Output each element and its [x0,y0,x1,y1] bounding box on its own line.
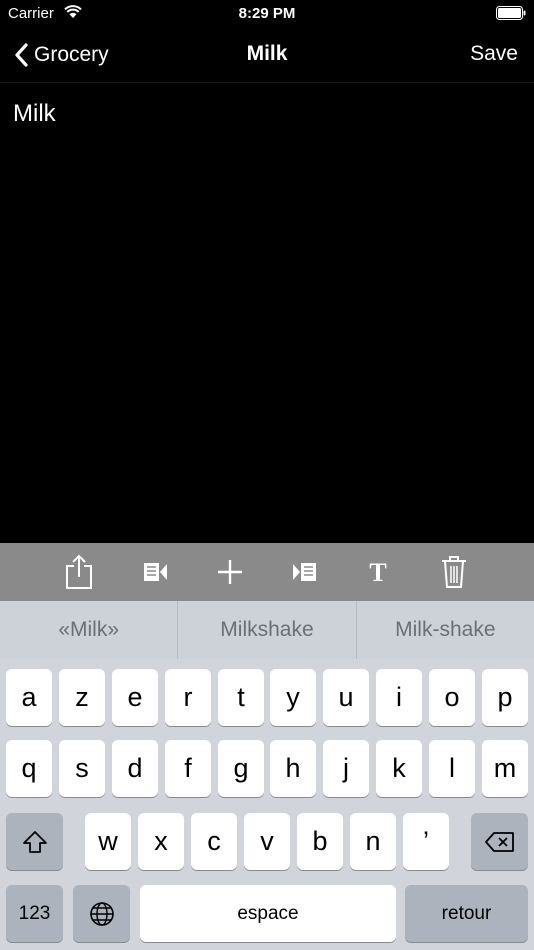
key-r[interactable]: r [165,669,211,726]
numbers-key[interactable]: 123 [6,885,63,942]
note-text-editor[interactable]: Milk [13,100,56,128]
backspace-key[interactable] [471,813,528,870]
navigation-bar: Grocery Milk Save [0,28,534,83]
add-note-button[interactable] [214,556,246,588]
previous-note-icon [144,563,167,581]
key-c[interactable]: c [191,813,237,870]
key-z[interactable]: z [59,669,105,726]
key-v[interactable]: v [244,813,290,870]
key-s[interactable]: s [59,740,105,797]
key-j[interactable]: j [323,740,369,797]
svg-text:T: T [369,559,386,585]
globe-key[interactable] [73,885,130,942]
key-g[interactable]: g [218,740,264,797]
key-o[interactable]: o [429,669,475,726]
share-icon [66,554,92,589]
trash-icon [442,556,466,588]
next-note-button[interactable] [289,556,321,588]
key-a[interactable]: a [6,669,52,726]
back-label: Grocery [34,43,109,66]
battery-icon [496,6,526,20]
key-m[interactable]: m [482,740,528,797]
key-b[interactable]: b [297,813,343,870]
suggestion-item[interactable]: Milk-shake [355,601,534,659]
note-toolbar: T [0,543,534,601]
shift-key[interactable] [6,813,63,870]
globe-icon [89,901,114,926]
text-format-icon: T [369,559,386,585]
key-e[interactable]: e [112,669,158,726]
key-i[interactable]: i [376,669,422,726]
chevron-left-icon [15,43,28,67]
key-y[interactable]: y [270,669,316,726]
key-d[interactable]: d [112,740,158,797]
key-l[interactable]: l [429,740,475,797]
shift-icon [22,830,47,853]
key-t[interactable]: t [218,669,264,726]
key-u[interactable]: u [323,669,369,726]
next-note-icon [293,563,316,581]
key-x[interactable]: x [138,813,184,870]
add-icon [218,560,242,584]
key-q[interactable]: q [6,740,52,797]
key-p[interactable]: p [482,669,528,726]
status-time: 8:29 PM [238,5,296,22]
key-h[interactable]: h [270,740,316,797]
key-f[interactable]: f [165,740,211,797]
suggestion-item[interactable]: «Milk» [0,601,177,659]
text-format-button[interactable]: T [362,556,394,588]
return-key[interactable]: retour [405,885,528,942]
key-n[interactable]: n [350,813,396,870]
backspace-icon [484,831,514,852]
space-key[interactable]: espace [140,885,396,942]
key-k[interactable]: k [376,740,422,797]
predictive-suggestions-bar: «Milk» Milkshake Milk-shake [0,601,534,659]
back-button[interactable]: Grocery [14,38,109,72]
suggestion-item[interactable]: Milkshake [177,601,355,659]
key-apostrophe[interactable]: ’ [403,813,449,870]
key-w[interactable]: w [85,813,131,870]
delete-button[interactable] [438,556,470,588]
save-button[interactable]: Save [470,42,518,66]
keyboard: a z e r t y u i o p q s d f g h j k l m … [0,659,534,950]
previous-note-button[interactable] [139,556,171,588]
share-button[interactable] [63,554,95,589]
status-bar: Carrier 8:29 PM [0,0,534,28]
